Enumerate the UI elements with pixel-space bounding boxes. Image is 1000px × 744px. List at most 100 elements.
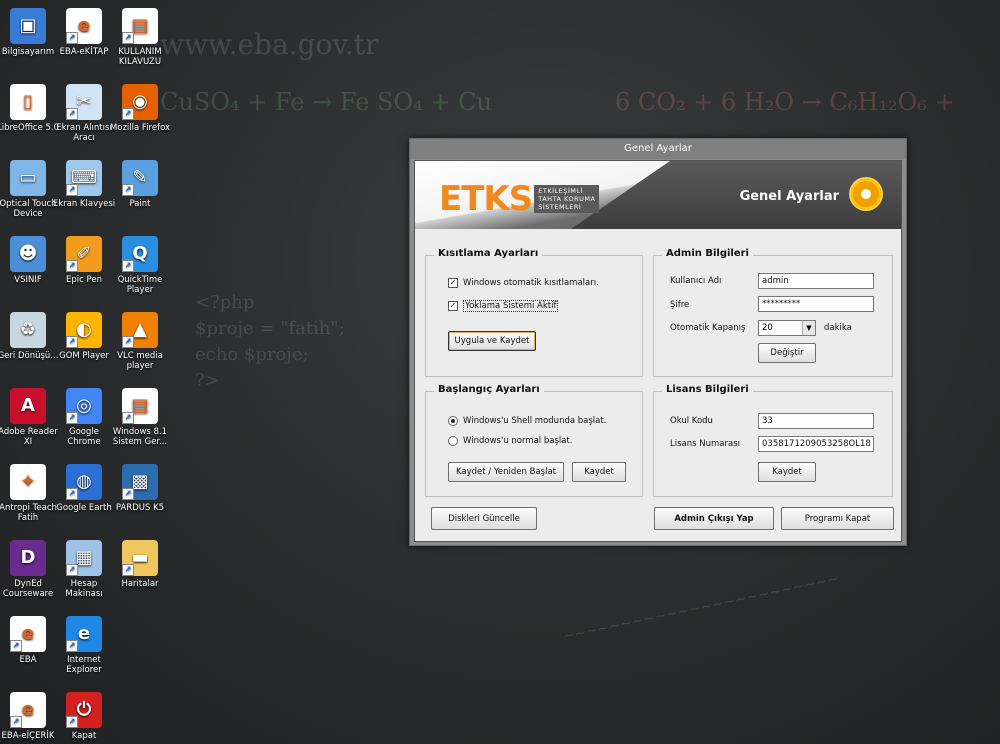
startup-title: Başlangıç Ayarları (434, 384, 544, 395)
restrictions-group: Kısıtlama Ayarları ✓ Windows otomatik kı… (425, 248, 643, 377)
antropi-icon[interactable]: ✦ (10, 464, 46, 500)
monitor-icon[interactable]: ▭ (10, 160, 46, 196)
desktop-icon-label: Haritalar (121, 579, 159, 589)
shell-mode-radio[interactable]: Windows'u Shell modunda başlat. (448, 416, 606, 426)
document-icon[interactable]: ▤ ↗ (122, 8, 158, 44)
firefox-icon[interactable]: ◉ ↗ (122, 84, 158, 120)
desktop-icon-label: KULLANIM KILAVUZU (118, 47, 162, 67)
shortcut-arrow-icon: ↗ (122, 260, 134, 272)
virtualbox-icon[interactable]: ▩ ↗ (122, 464, 158, 500)
shortcut-arrow-icon: ↗ (66, 412, 78, 424)
scissors-icon[interactable]: ✂ ↗ (66, 84, 102, 120)
desktop-icon-label: Paint (129, 199, 151, 209)
admin-group: Admin Bilgileri Kullanıcı Adı Şifre Otom… (653, 248, 893, 377)
logo-sub-line2: TAHTA KORUMA (538, 195, 596, 203)
desktop-icon-label: Kapat (71, 731, 97, 741)
change-button[interactable]: Değiştir (758, 343, 816, 363)
keyboard-icon[interactable]: ⌨ ↗ (66, 160, 102, 196)
etks-logo: ETKS ETKİLEŞİMLİ TAHTA KORUMA SİSTEMLERİ (439, 179, 600, 219)
username-input[interactable] (758, 273, 874, 289)
logo-text: ETKS (439, 179, 533, 219)
startup-save-button[interactable]: Kaydet (572, 462, 626, 482)
license-save-button[interactable]: Kaydet (758, 462, 816, 482)
shortcut-arrow-icon: ↗ (10, 640, 22, 652)
autoclose-select[interactable]: 20 ▼ (758, 320, 816, 336)
admin-title: Admin Bilgileri (662, 248, 753, 259)
desktop-icon[interactable]: ▬ ↗ Haritalar (107, 540, 173, 589)
desktop-icon[interactable]: e ↗ Internet Explorer (51, 616, 117, 675)
desktop-icon[interactable]: ✎ ↗ Paint (107, 160, 173, 209)
apply-save-button[interactable]: Uygula ve Kaydet (448, 331, 536, 351)
shortcut-arrow-icon: ↗ (66, 336, 78, 348)
eba-icon[interactable]: e ↗ (10, 692, 46, 728)
license-number-label: Lisans Numarası (670, 439, 740, 449)
desktop-icon-label: PARDUS K5 (115, 503, 165, 513)
chrome-icon[interactable]: ◎ ↗ (66, 388, 102, 424)
desktop-icon-label: VLC media player (117, 351, 163, 371)
adobe-icon[interactable]: A (10, 388, 46, 424)
windows-restrictions-checkbox[interactable]: ✓ Windows otomatik kısıtlamaları. (448, 278, 599, 288)
banner: ETKS ETKİLEŞİMLİ TAHTA KORUMA SİSTEMLERİ… (415, 161, 901, 229)
settings-window[interactable]: Genel Ayarlar ETKS ETKİLEŞİMLİ TAHTA KOR… (409, 138, 907, 546)
shortcut-arrow-icon: ↗ (122, 412, 134, 424)
desktop-icon[interactable]: ▩ ↗ PARDUS K5 (107, 464, 173, 513)
vlc-icon[interactable]: ▲ ↗ (122, 312, 158, 348)
desktop-icon[interactable]: ▲ ↗ VLC media player (107, 312, 173, 371)
document-icon[interactable]: ▤ ↗ (122, 388, 158, 424)
computer-icon[interactable]: ▣ (10, 8, 46, 44)
attendance-system-label: Yoklama Sistemi Aktif (463, 300, 559, 312)
radio-selected-icon[interactable] (448, 416, 458, 426)
desktop-icon[interactable]: ▤ ↗ KULLANIM KILAVUZU (107, 8, 173, 67)
attendance-system-checkbox[interactable]: ✓ Yoklama Sistemi Aktif (448, 300, 559, 312)
shortcut-arrow-icon: ↗ (66, 32, 78, 44)
radio-unselected-icon[interactable] (448, 436, 458, 446)
window-title[interactable]: Genel Ayarlar (410, 139, 906, 159)
gom-icon[interactable]: ◐ ↗ (66, 312, 102, 348)
logo-sub-line3: SİSTEMLERİ (538, 203, 582, 211)
calculator-icon[interactable]: ▦ ↗ (66, 540, 102, 576)
checkbox-checked-icon[interactable]: ✓ (448, 301, 458, 311)
desktop-icon[interactable]: Q ↗ QuickTime Player (107, 236, 173, 295)
users-icon[interactable]: ☻ (10, 236, 46, 272)
chalk-code: <?php $proje = "fatih"; echo $proje; ?> (195, 292, 345, 391)
save-restart-button[interactable]: Kaydet / Yeniden Başlat (448, 462, 564, 482)
shortcut-arrow-icon: ↗ (66, 108, 78, 120)
desktop-icon-label: QuickTime Player (117, 275, 163, 295)
school-code-input[interactable] (758, 413, 874, 429)
paint-icon[interactable]: ✎ ↗ (122, 160, 158, 196)
desktop-icon-label: Mozilla Firefox (109, 123, 171, 133)
close-program-button[interactable]: Programı Kapat (781, 507, 894, 530)
pen-icon[interactable]: ✐ ↗ (66, 236, 102, 272)
chevron-down-icon[interactable]: ▼ (802, 321, 815, 335)
folder-icon[interactable]: ▬ ↗ (122, 540, 158, 576)
dyned-icon[interactable]: D (10, 540, 46, 576)
restrictions-title: Kısıtlama Ayarları (434, 248, 543, 259)
earth-icon[interactable]: ◍ ↗ (66, 464, 102, 500)
license-number-input[interactable] (758, 436, 874, 452)
autoclose-label: Otomatik Kapanış (670, 323, 746, 333)
libreoffice-icon[interactable]: ▯ (10, 84, 46, 120)
recycle-bin-icon[interactable]: ♻ (10, 312, 46, 348)
ie-icon[interactable]: e ↗ (66, 616, 102, 652)
shortcut-arrow-icon: ↗ (66, 184, 78, 196)
logo-sub-line1: ETKİLEŞİMLİ (538, 187, 583, 195)
power-icon[interactable]: ⏻ ↗ (66, 692, 102, 728)
quicktime-icon[interactable]: Q ↗ (122, 236, 158, 272)
license-group: Lisans Bilgileri Okul Kodu Lisans Numara… (653, 384, 893, 497)
window-client: ETKS ETKİLEŞİMLİ TAHTA KORUMA SİSTEMLERİ… (414, 160, 902, 542)
eba-icon[interactable]: e ↗ (10, 616, 46, 652)
checkbox-checked-icon[interactable]: ✓ (448, 278, 458, 288)
password-input[interactable] (758, 296, 874, 312)
admin-logout-button[interactable]: Admin Çıkışı Yap (654, 507, 774, 530)
update-disks-button[interactable]: Diskleri Güncelle (431, 507, 537, 530)
shortcut-arrow-icon: ↗ (66, 260, 78, 272)
desktop-icon[interactable]: ◉ ↗ Mozilla Firefox (107, 84, 173, 133)
shortcut-arrow-icon: ↗ (122, 184, 134, 196)
shortcut-arrow-icon: ↗ (122, 336, 134, 348)
desktop-icon[interactable]: ▤ ↗ Windows 8.1 Sistem Ger... (107, 388, 173, 447)
chalk-url: www.eba.gov.tr (160, 28, 379, 61)
username-label: Kullanıcı Adı (670, 276, 722, 286)
desktop-icon[interactable]: ⏻ ↗ Kapat (51, 692, 117, 741)
eba-icon[interactable]: e ↗ (66, 8, 102, 44)
normal-mode-radio[interactable]: Windows'u normal başlat. (448, 436, 573, 446)
